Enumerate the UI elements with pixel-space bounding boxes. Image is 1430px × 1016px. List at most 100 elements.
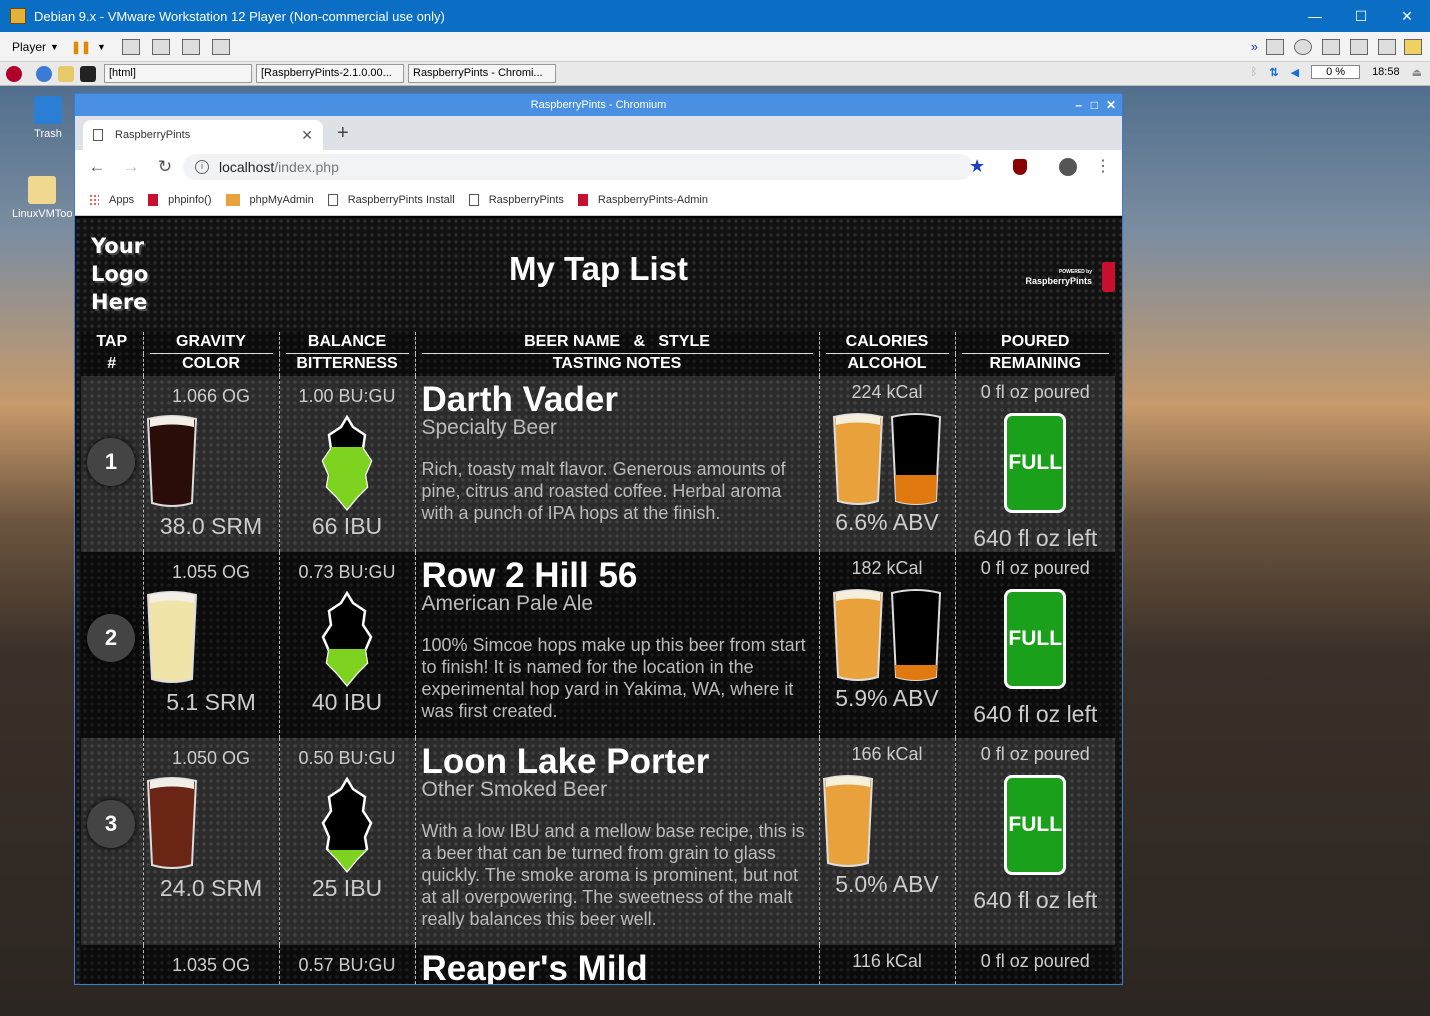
keg-full-icon: FULL: [1004, 775, 1067, 875]
raspberry-menu-icon[interactable]: [6, 65, 22, 82]
srm-color-glass-icon: [146, 415, 197, 507]
bookmark-apps[interactable]: Apps: [89, 193, 134, 206]
task-raspberrypints-folder[interactable]: [RaspberryPints-2.1.0.00...: [256, 64, 404, 83]
beer-style: Specialty Beer: [421, 416, 557, 439]
task-chromium[interactable]: RaspberryPints - Chromi...: [408, 64, 556, 83]
bluetooth-icon[interactable]: ᛒ: [1251, 66, 1258, 78]
chevron-down-icon[interactable]: ▼: [50, 42, 59, 52]
bookmark-star-icon[interactable]: ★: [969, 156, 985, 177]
bookmark-label: phpinfo(): [168, 193, 212, 206]
task-html[interactable]: [html]: [104, 64, 252, 83]
bookmark-phpmyadmin[interactable]: phpMyAdmin: [225, 193, 314, 206]
desktop-icon-trash[interactable]: Trash: [18, 96, 78, 140]
hop-bitterness-icon: [321, 590, 373, 687]
abv-glass-partial-icon: [890, 589, 942, 681]
amount-poured: 0 fl oz poured: [980, 951, 1090, 971]
expand-icon[interactable]: »: [1251, 39, 1258, 54]
chromium-window: RaspberryPints - Chromium – □ ✕ Raspberr…: [74, 93, 1123, 985]
remaining-volume: 640 fl oz left: [973, 701, 1098, 727]
bookmark-raspberrypints-install[interactable]: RaspberryPints Install: [327, 193, 455, 206]
srm-value: 24.0 SRM: [159, 875, 263, 901]
removable-devices-icon[interactable]: [151, 38, 170, 55]
close-button[interactable]: ✕: [1384, 0, 1430, 32]
header-alcohol: ALCOHOL: [847, 355, 927, 372]
calories: 166 kCal: [851, 744, 923, 764]
bu-gu-ratio: 0.57 BU:GU: [298, 955, 396, 975]
remaining-volume: 640 fl oz left: [973, 525, 1098, 551]
new-tab-button[interactable]: +: [337, 122, 349, 145]
url-path: /index.php: [274, 159, 339, 175]
browser-icon[interactable]: [36, 65, 52, 82]
network-icon[interactable]: [1322, 38, 1340, 55]
fit-guest-icon[interactable]: [181, 38, 200, 55]
bookmark-raspberrypints-admin[interactable]: RaspberryPints-Admin: [577, 193, 708, 206]
send-ctrl-alt-del-icon[interactable]: [121, 38, 140, 55]
tab-title: RaspberryPints: [115, 129, 191, 141]
pause-dropdown-icon[interactable]: ▼: [97, 42, 106, 52]
header-tasting-notes: TASTING NOTES: [552, 355, 682, 372]
original-gravity: 1.055 OG: [171, 562, 251, 582]
reload-button[interactable]: ↻: [153, 157, 177, 177]
terminal-icon[interactable]: [80, 65, 96, 82]
srm-color-glass-icon: [146, 591, 197, 683]
omnibox-bar: ← → ↻ i localhost/index.php ★ ⋮: [75, 150, 1122, 184]
abv-value: 6.6% ABV: [835, 509, 939, 535]
address-bar[interactable]: i localhost/index.php: [183, 154, 973, 180]
desktop-icon-label: LinuxVMToo: [12, 208, 73, 220]
abv-glass-full-icon: [832, 589, 884, 681]
menu-icon[interactable]: ⋮: [1095, 156, 1111, 176]
trash-icon: [34, 96, 62, 124]
beer-name: Reaper's Mild: [421, 949, 648, 985]
tap-row: 1 1.066 OG 38.0 SRM 1.00 BU:GU 66 IBU Da…: [81, 376, 1115, 552]
tap-table: TAP GRAVITY BALANCE BEER NAME & STYLE CA…: [81, 332, 1115, 985]
raspberrypints-cup-icon: [1102, 262, 1115, 292]
remaining-volume: 640 fl oz left: [973, 887, 1098, 913]
header-calories: CALORIES: [825, 332, 949, 354]
amount-poured: 0 fl oz poured: [980, 744, 1090, 764]
printer-icon[interactable]: [1350, 38, 1368, 55]
minimize-button[interactable]: —: [1292, 0, 1338, 32]
cd-icon[interactable]: [1294, 38, 1312, 55]
vmware-window-title: Debian 9.x - VMware Workstation 12 Playe…: [34, 8, 445, 24]
desktop-icon-linuxvmtools[interactable]: LinuxVMToo: [12, 176, 73, 220]
pause-icon[interactable]: ❚❚: [71, 40, 91, 54]
player-menu[interactable]: Player: [12, 40, 46, 54]
tab-raspberrypints[interactable]: RaspberryPints ✕: [83, 120, 323, 150]
forward-button[interactable]: →: [119, 157, 143, 177]
phpmyadmin-icon: [225, 193, 240, 206]
chromium-maximize-button[interactable]: □: [1091, 94, 1098, 116]
chromium-minimize-button[interactable]: –: [1075, 94, 1082, 116]
network-activity-icon[interactable]: ⇅: [1269, 66, 1278, 79]
header-bitterness: BITTERNESS: [296, 355, 398, 372]
bookmark-raspberrypints[interactable]: RaspberryPints: [468, 193, 564, 206]
account-icon[interactable]: [1059, 158, 1077, 176]
bookmark-phpinfo[interactable]: phpinfo(): [148, 193, 212, 206]
unity-icon[interactable]: [211, 38, 230, 55]
bookmark-label: RaspberryPints: [488, 193, 564, 206]
tap-list-page: Your Logo Here My Tap List POWERED by Ra…: [75, 218, 1122, 985]
amount-poured: 0 fl oz poured: [980, 382, 1090, 402]
tap-row: 3 1.050 OG 24.0 SRM 0.50 BU:GU 25 IBU Lo…: [81, 738, 1115, 945]
hdd-icon[interactable]: [1266, 38, 1284, 55]
header-balance: BALANCE: [285, 332, 409, 354]
header-poured: POURED: [961, 332, 1109, 354]
sound-icon[interactable]: [1378, 38, 1396, 55]
tap-row: 2 1.055 OG 5.1 SRM 0.73 BU:GU 40 IBU Row…: [81, 552, 1115, 738]
message-log-icon[interactable]: [1404, 38, 1422, 55]
abv-value: 5.9% ABV: [835, 685, 939, 711]
file-manager-icon[interactable]: [58, 65, 74, 82]
eject-icon[interactable]: ⏏: [1412, 66, 1422, 79]
back-button[interactable]: ←: [85, 157, 109, 177]
volume-icon[interactable]: ◀: [1291, 66, 1299, 79]
header-tap: TAP: [96, 333, 128, 350]
chromium-close-button[interactable]: ✕: [1106, 94, 1116, 116]
close-tab-icon[interactable]: ✕: [301, 127, 313, 144]
tap-number: 1: [87, 438, 135, 486]
original-gravity: 1.035 OG: [171, 955, 251, 975]
site-info-icon[interactable]: i: [195, 160, 209, 174]
ublock-icon[interactable]: [1013, 159, 1027, 175]
maximize-button[interactable]: ☐: [1338, 0, 1384, 32]
chromium-title-bar: RaspberryPints - Chromium – □ ✕: [75, 94, 1122, 116]
chromium-window-title: RaspberryPints - Chromium: [530, 99, 667, 111]
amount-poured: 0 fl oz poured: [980, 558, 1090, 578]
